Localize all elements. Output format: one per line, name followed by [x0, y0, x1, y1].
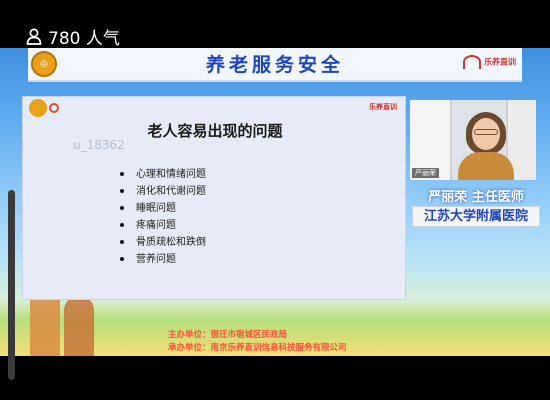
- list-item: 消化和代谢问题: [118, 183, 206, 200]
- speaker-glasses: [474, 129, 498, 135]
- speaker-name-title: 严丽荣 主任医师: [428, 190, 524, 205]
- title-banner: ◎ 养老服务安全 乐养直训: [28, 48, 522, 82]
- banner-title: 养老服务安全: [205, 54, 344, 76]
- organizer-line: 承办单位：南京乐养直训信息科技服务有限公司: [168, 343, 347, 353]
- list-item: 睡眠问题: [118, 200, 206, 217]
- slide-logo-icon: [29, 99, 47, 117]
- viewer-count-text: 780 人气: [48, 29, 120, 49]
- top-bar: 780 人气: [0, 0, 550, 49]
- host-line: 主办单位：宿迁市宿城区民政局: [168, 330, 288, 340]
- list-item: 营养问题: [118, 251, 206, 268]
- slide-title: 老人容易出现的问题: [147, 122, 283, 140]
- camera-label: 严丽荣: [412, 168, 439, 178]
- list-item: 疼痛问题: [118, 217, 206, 234]
- speaker-hospital: 江苏大学附属医院: [412, 206, 540, 227]
- brand-logo: 乐养直训: [463, 55, 516, 69]
- video-stage[interactable]: ◎ 养老服务安全 乐养直训 乐养直训 u_18362 老人容易出现的问题 心理和…: [0, 48, 550, 356]
- speaker-body: [458, 152, 514, 180]
- scrollbar[interactable]: [8, 190, 15, 380]
- slide-bullet-list: 心理和情绪问题 消化和代谢问题 睡眠问题 疼痛问题 骨质疏松和跌倒 营养问题: [118, 166, 206, 268]
- brand-mark-icon: [463, 55, 481, 69]
- slide-brand-logo: 乐养直训: [369, 103, 397, 111]
- person-icon: [26, 28, 42, 45]
- slide-secondary-logo-icon: [49, 103, 59, 113]
- viewer-count: 780 人气: [26, 24, 120, 49]
- brand-logo-text: 乐养直训: [484, 57, 516, 67]
- speaker-camera: 严丽荣: [410, 100, 536, 180]
- presentation-slide: 乐养直训 u_18362 老人容易出现的问题 心理和情绪问题 消化和代谢问题 睡…: [22, 96, 406, 300]
- list-item: 心理和情绪问题: [118, 166, 206, 183]
- list-item: 骨质疏松和跌倒: [118, 234, 206, 251]
- org-logo-icon: ◎: [31, 51, 57, 77]
- decor-figure: [64, 296, 94, 356]
